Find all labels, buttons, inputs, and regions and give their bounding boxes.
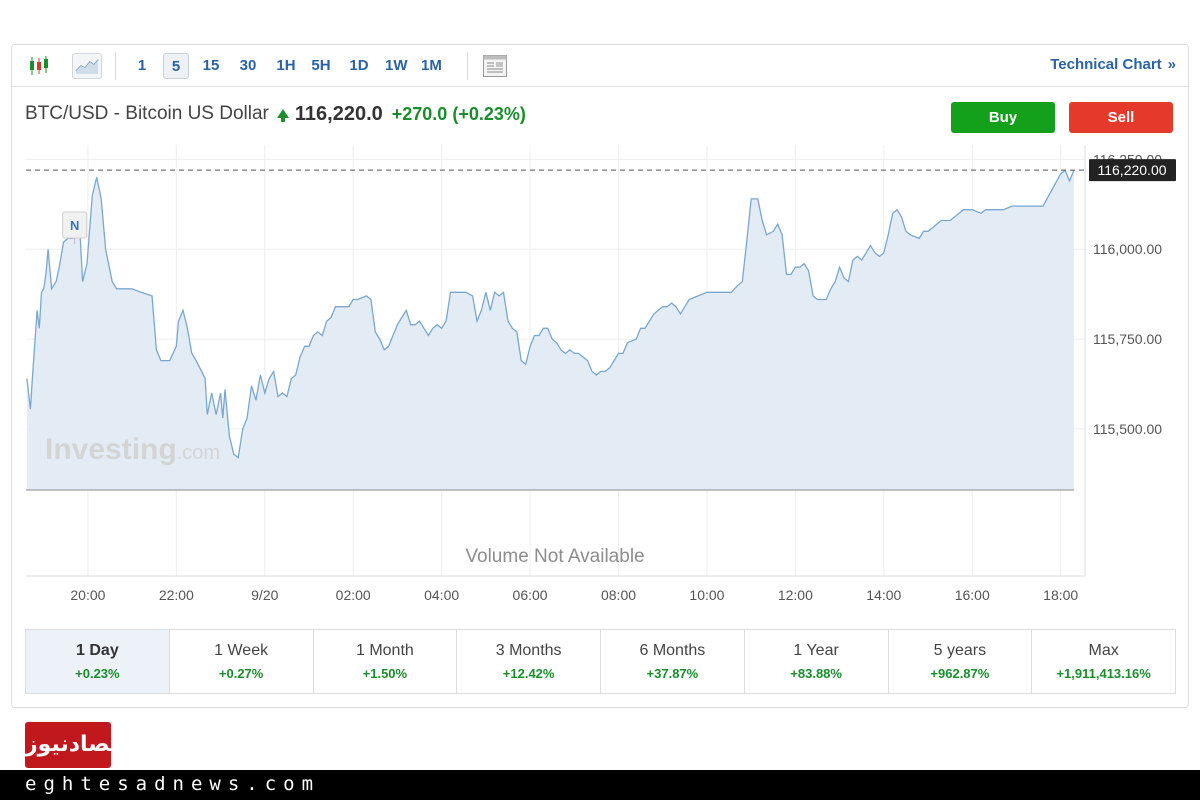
period-label: 1 Month [355, 642, 414, 659]
x-tick-label: 20:00 [70, 587, 105, 603]
period-label: 1 Year [793, 642, 839, 659]
period-6-months[interactable]: 6 Months +37.87% [601, 630, 745, 693]
footer-bar: eghtesadnews.com [0, 770, 1200, 800]
period-5-years[interactable]: 5 years +962.87% [889, 630, 1033, 693]
period-label: 1 Day [76, 642, 119, 659]
price-chart[interactable]: Investing.com 116,250.00116,000.00115,75… [12, 45, 1188, 620]
current-price-tag-label: 116,220.00 [1097, 162, 1166, 178]
x-tick-label: 06:00 [513, 587, 548, 603]
x-tick-label: 04:00 [424, 587, 459, 603]
y-tick-label: 116,000.00 [1093, 241, 1162, 257]
volume-unavailable-text: Volume Not Available [465, 546, 644, 567]
period-1-month[interactable]: 1 Month +1.50% [314, 630, 458, 693]
period-change: +1.50% [362, 666, 408, 681]
x-tick-label: 22:00 [159, 587, 194, 603]
watermark-name: Investing [45, 433, 177, 466]
period-label: 5 years [933, 642, 987, 659]
y-tick-label: 115,500.00 [1093, 421, 1162, 437]
x-tick-label: 14:00 [866, 587, 901, 603]
period-change: +12.42% [502, 666, 555, 681]
period-3-months[interactable]: 3 Months +12.42% [457, 630, 601, 693]
period-label: 3 Months [495, 642, 562, 659]
site-logo: اقتصادنیوز [25, 722, 141, 768]
period-label: Max [1088, 642, 1119, 659]
chart-widget: 1 5 15 30 1H 5H 1D 1W 1M Technical Chart… [11, 44, 1189, 708]
period-change: +83.88% [790, 666, 842, 681]
period-label: 6 Months [639, 642, 706, 659]
period-change: +1,911,413.16% [1056, 666, 1151, 681]
x-tick-label: 18:00 [1043, 587, 1078, 603]
x-tick-label: 16:00 [955, 587, 990, 603]
x-tick-label: 12:00 [778, 587, 813, 603]
period-change: +37.87% [646, 666, 699, 681]
performance-periods: 1 Day +0.23% 1 Week +0.27% 1 Month +1.50% 3… [25, 629, 1176, 694]
period-change: +0.23% [75, 666, 120, 681]
site-url: eghtesadnews.com [25, 773, 321, 795]
x-tick-label: 10:00 [689, 587, 724, 603]
y-tick-label: 115,750.00 [1093, 331, 1162, 347]
period-label: 1 Week [214, 642, 269, 659]
period-change: +0.27% [218, 666, 264, 681]
period-1-year[interactable]: 1 Year +83.88% [745, 630, 889, 693]
period-change: +962.87% [930, 666, 990, 681]
period-max[interactable]: Max +1,911,413.16% [1032, 630, 1175, 693]
period-1-day[interactable]: 1 Day +0.23% [26, 630, 170, 693]
period-1-week[interactable]: 1 Week +0.27% [170, 630, 314, 693]
x-tick-label: 9/20 [251, 587, 278, 603]
x-tick-label: 08:00 [601, 587, 636, 603]
watermark-suffix: .com [177, 442, 220, 464]
news-marker-label: N [70, 218, 79, 233]
x-tick-label: 02:00 [336, 587, 371, 603]
